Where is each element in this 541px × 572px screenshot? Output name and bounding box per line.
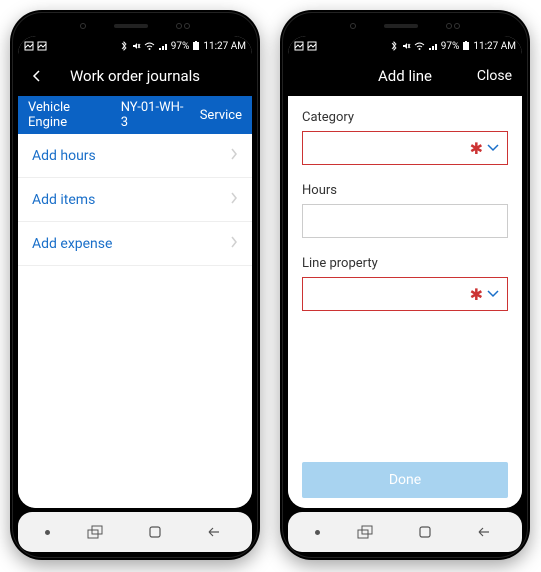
nav-home-button[interactable] xyxy=(413,520,437,544)
recents-icon xyxy=(87,525,105,539)
field-line-property: Line property ✱ xyxy=(302,256,508,311)
field-hours: Hours xyxy=(302,183,508,238)
list-item-label: Add expense xyxy=(32,236,112,252)
sensor-bar xyxy=(288,20,522,32)
bluetooth-icon xyxy=(120,41,128,51)
android-navbar xyxy=(18,512,252,552)
page-title: Work order journals xyxy=(46,67,224,85)
image-icon xyxy=(37,41,47,51)
list-item-label: Add hours xyxy=(32,148,96,164)
back-arrow-icon xyxy=(205,525,221,539)
category-dropdown[interactable]: ✱ xyxy=(302,131,508,165)
wifi-icon xyxy=(144,41,155,51)
battery-icon xyxy=(192,41,200,51)
image-icon xyxy=(294,41,304,51)
back-arrow-icon xyxy=(475,525,491,539)
nav-assistant-icon[interactable] xyxy=(45,530,50,535)
chevron-right-icon xyxy=(230,192,238,208)
clock: 11:27 AM xyxy=(203,41,246,52)
context-type: Service xyxy=(200,108,242,123)
home-icon xyxy=(148,525,162,539)
chevron-down-icon xyxy=(487,141,499,156)
nav-assistant-icon[interactable] xyxy=(315,530,320,535)
context-bar: Vehicle Engine NY-01-WH-3 Service xyxy=(18,96,252,134)
android-statusbar: 97% 11:27 AM xyxy=(18,36,252,56)
screen-right: 97% 11:27 AM Add line Close Category ✱ xyxy=(288,36,522,508)
image-icon xyxy=(307,41,317,51)
context-workorder: NY-01-WH-3 xyxy=(121,100,188,130)
signal-icon xyxy=(158,41,168,51)
list-item-add-hours[interactable]: Add hours xyxy=(18,134,252,178)
field-label: Category xyxy=(302,110,508,125)
chevron-left-icon xyxy=(30,69,44,83)
field-category: Category ✱ xyxy=(302,110,508,165)
nav-recents-button[interactable] xyxy=(354,520,378,544)
page-title: Add line xyxy=(338,67,472,85)
phone-right: 97% 11:27 AM Add line Close Category ✱ xyxy=(280,10,530,560)
battery-percent: 97% xyxy=(441,41,460,52)
image-icon xyxy=(24,41,34,51)
signal-icon xyxy=(428,41,438,51)
home-icon xyxy=(418,525,432,539)
clock: 11:27 AM xyxy=(473,41,516,52)
chevron-down-icon xyxy=(487,287,499,302)
wifi-icon xyxy=(414,41,425,51)
nav-back-button[interactable] xyxy=(471,520,495,544)
line-property-dropdown[interactable]: ✱ xyxy=(302,277,508,311)
phone-left: 97% 11:27 AM Work order journals Vehicle… xyxy=(10,10,260,560)
journal-list: Add hours Add items Add expense xyxy=(18,134,252,508)
close-button[interactable]: Close xyxy=(472,68,512,84)
list-item-add-items[interactable]: Add items xyxy=(18,178,252,222)
field-label: Hours xyxy=(302,183,508,198)
chevron-right-icon xyxy=(230,148,238,164)
appbar: Work order journals xyxy=(18,56,252,96)
list-item-add-expense[interactable]: Add expense xyxy=(18,222,252,266)
recents-icon xyxy=(357,525,375,539)
required-asterisk-icon: ✱ xyxy=(470,139,487,158)
bluetooth-icon xyxy=(390,41,398,51)
back-button[interactable] xyxy=(28,67,46,85)
mute-icon xyxy=(401,41,411,51)
nav-back-button[interactable] xyxy=(201,520,225,544)
battery-icon xyxy=(462,41,470,51)
sensor-bar xyxy=(18,20,252,32)
android-navbar xyxy=(288,512,522,552)
required-asterisk-icon: ✱ xyxy=(470,285,487,304)
hours-input[interactable] xyxy=(302,204,508,238)
done-button[interactable]: Done xyxy=(302,462,508,498)
context-asset: Vehicle Engine xyxy=(28,100,109,130)
screen-left: 97% 11:27 AM Work order journals Vehicle… xyxy=(18,36,252,508)
nav-recents-button[interactable] xyxy=(84,520,108,544)
chevron-right-icon xyxy=(230,236,238,252)
android-statusbar: 97% 11:27 AM xyxy=(288,36,522,56)
mute-icon xyxy=(131,41,141,51)
nav-home-button[interactable] xyxy=(143,520,167,544)
add-line-form: Category ✱ Hours Line property ✱ xyxy=(288,96,522,508)
done-button-label: Done xyxy=(389,472,421,488)
appbar: Add line Close xyxy=(288,56,522,96)
list-item-label: Add items xyxy=(32,192,95,208)
battery-percent: 97% xyxy=(171,41,190,52)
field-label: Line property xyxy=(302,256,508,271)
